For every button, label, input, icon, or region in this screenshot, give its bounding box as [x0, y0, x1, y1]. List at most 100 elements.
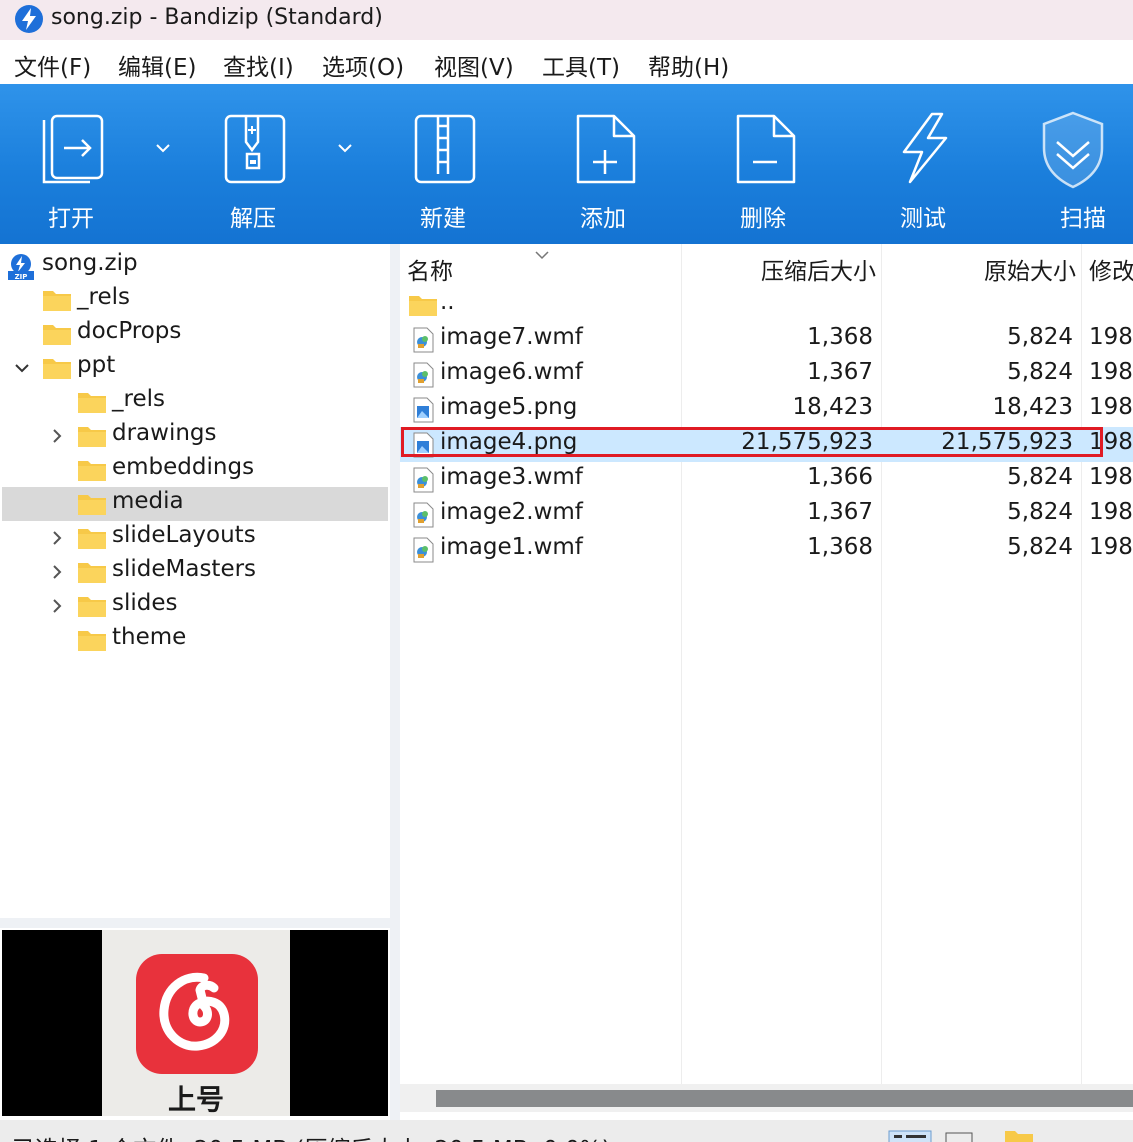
- menu-bar: 文件(F) 编辑(E) 查找(I) 选项(O) 视图(V) 工具(T) 帮助(H…: [0, 44, 1133, 84]
- preview-caption: 上号: [168, 1083, 225, 1116]
- tree-item-embeddings[interactable]: embeddings: [0, 453, 390, 487]
- file-list: 名称 压缩后大小 原始大小 修改 .. image7.wmf 1,368 5,8…: [400, 244, 1133, 1120]
- modified-date: 1980: [1089, 324, 1133, 350]
- chevron-down-icon[interactable]: [14, 361, 30, 375]
- scan-label: 扫描: [1060, 206, 1106, 232]
- table-row[interactable]: image2.wmf 1,367 5,824 1980: [400, 497, 1133, 532]
- tree-item-root[interactable]: ZIP song.zip: [0, 249, 390, 283]
- header-original-size[interactable]: 原始大小: [984, 252, 1076, 286]
- add-button[interactable]: 添加: [550, 84, 660, 244]
- tree-item-rels[interactable]: _rels: [0, 283, 390, 317]
- wmf-file-icon: [413, 362, 434, 388]
- horizontal-scrollbar[interactable]: [400, 1084, 1133, 1112]
- extract-button[interactable]: 解压: [210, 84, 320, 244]
- test-label: 测试: [900, 206, 946, 232]
- svg-text:ZIP: ZIP: [15, 273, 28, 281]
- table-row[interactable]: image6.wmf 1,367 5,824 1980: [400, 357, 1133, 392]
- folder-icon: [78, 427, 106, 447]
- test-button[interactable]: 测试: [870, 84, 980, 244]
- scrollbar-thumb[interactable]: [436, 1090, 1133, 1107]
- header-compressed-size[interactable]: 压缩后大小: [761, 252, 876, 286]
- header-modified[interactable]: 修改: [1089, 252, 1133, 286]
- header-name[interactable]: 名称: [407, 252, 453, 286]
- delete-button[interactable]: 删除: [710, 84, 820, 244]
- tree-label: ppt: [77, 352, 116, 378]
- tree-label: embeddings: [112, 454, 255, 480]
- table-row[interactable]: image1.wmf 1,368 5,824 1980: [400, 532, 1133, 567]
- scan-button[interactable]: 扫描: [1030, 84, 1133, 244]
- new-button[interactable]: 新建: [390, 84, 500, 244]
- toolbar: 打开 解压 新建 添加 删除 测试 扫描: [0, 84, 1133, 244]
- folder-icon: [409, 296, 437, 316]
- file-name: image3.wmf: [440, 464, 583, 490]
- tree-item-ppt-rels[interactable]: _rels: [0, 385, 390, 419]
- modified-date: 1980: [1089, 499, 1133, 525]
- tree-item-slides[interactable]: slides: [0, 589, 390, 623]
- list-item-parent[interactable]: ..: [400, 287, 1133, 322]
- status-bar: 已选择 1 个文件, 20.5 MB (压缩后大小: 20.5 MB, 0.0%…: [0, 1120, 1133, 1142]
- wmf-file-icon: [413, 327, 434, 353]
- menu-edit[interactable]: 编辑(E): [118, 48, 196, 82]
- file-name: image5.png: [440, 394, 578, 420]
- chevron-right-icon[interactable]: [50, 428, 64, 444]
- list-view-icon[interactable]: [944, 1130, 974, 1142]
- sort-chevron-icon: [535, 251, 549, 260]
- menu-file[interactable]: 文件(F): [14, 48, 91, 82]
- folder-icon: [78, 597, 106, 617]
- chevron-right-icon[interactable]: [50, 598, 64, 614]
- folder-icon: [78, 495, 106, 515]
- tree-item-ppt[interactable]: ppt: [0, 351, 390, 385]
- chevron-right-icon[interactable]: [50, 564, 64, 580]
- table-row[interactable]: image3.wmf 1,366 5,824 1980: [400, 462, 1133, 497]
- file-name: image4.png: [440, 429, 578, 455]
- compressed-size: 1,368: [807, 534, 873, 560]
- compressed-size: 18,423: [792, 394, 873, 420]
- menu-find[interactable]: 查找(I): [223, 48, 294, 82]
- zip-archive-icon: ZIP: [8, 254, 34, 281]
- preview-splitter[interactable]: [0, 918, 390, 928]
- original-size: 18,423: [992, 394, 1073, 420]
- table-row-selected[interactable]: image4.png 21,575,923 21,575,923 1980: [400, 427, 1133, 462]
- original-size: 5,824: [1007, 359, 1073, 385]
- menu-help[interactable]: 帮助(H): [648, 48, 729, 82]
- file-name: image2.wmf: [440, 499, 583, 525]
- tree-item-drawings[interactable]: drawings: [0, 419, 390, 453]
- extract-dropdown-chevron-icon[interactable]: [336, 142, 354, 154]
- pane-splitter[interactable]: [390, 244, 400, 1120]
- tree-item-slidemasters[interactable]: slideMasters: [0, 555, 390, 589]
- table-row[interactable]: image7.wmf 1,368 5,824 1980: [400, 322, 1133, 357]
- wmf-file-icon: [413, 502, 434, 528]
- folder-icon: [43, 325, 71, 345]
- compressed-size: 1,367: [807, 359, 873, 385]
- open-button[interactable]: 打开: [0, 84, 150, 244]
- folder-tree: ZIP song.zip _rels docProps ppt _rels dr…: [0, 244, 390, 918]
- table-row[interactable]: image5.png 18,423 18,423 1980: [400, 392, 1133, 427]
- tree-item-slidelayouts[interactable]: slideLayouts: [0, 521, 390, 555]
- chevron-right-icon[interactable]: [50, 530, 64, 546]
- original-size: 5,824: [1007, 464, 1073, 490]
- shield-icon: [1042, 111, 1104, 189]
- file-name: image1.wmf: [440, 534, 583, 560]
- folder-icon: [43, 291, 71, 311]
- tree-label: slideMasters: [112, 556, 257, 582]
- folder-status-icon[interactable]: [1004, 1130, 1034, 1142]
- compressed-size: 1,366: [807, 464, 873, 490]
- original-size: 5,824: [1007, 324, 1073, 350]
- open-dropdown-chevron-icon[interactable]: [154, 142, 172, 154]
- tree-item-docprops[interactable]: docProps: [0, 317, 390, 351]
- compressed-size: 21,575,923: [741, 429, 873, 455]
- modified-date: 1980: [1089, 394, 1133, 420]
- tree-item-media[interactable]: media: [2, 487, 388, 521]
- modified-date: 1980: [1089, 464, 1133, 490]
- compressed-size: 1,367: [807, 499, 873, 525]
- modified-date: 1980: [1089, 359, 1133, 385]
- tree-item-theme[interactable]: theme: [0, 623, 390, 657]
- tree-label: slideLayouts: [112, 522, 256, 548]
- menu-options[interactable]: 选项(O): [322, 48, 404, 82]
- tree-label: slides: [112, 590, 178, 616]
- menu-view[interactable]: 视图(V): [434, 48, 514, 82]
- png-file-icon: [413, 432, 434, 458]
- compressed-size: 1,368: [807, 324, 873, 350]
- details-view-icon[interactable]: [888, 1130, 932, 1142]
- menu-tools[interactable]: 工具(T): [542, 48, 620, 82]
